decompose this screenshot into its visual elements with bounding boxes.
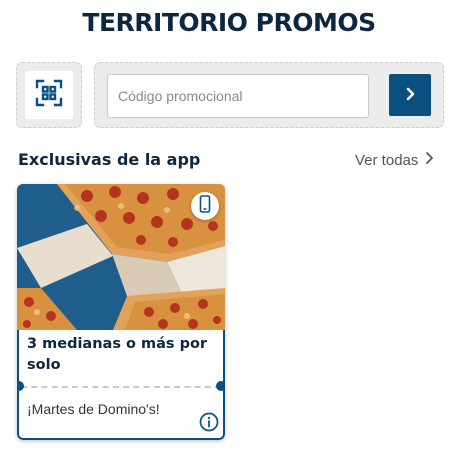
scan-box [16,62,82,128]
promo-code-row [16,62,444,128]
submit-box [380,62,444,128]
chevron-right-icon [424,151,434,169]
mobile-phone-icon [199,194,211,218]
apply-code-button[interactable] [389,74,431,116]
scan-button[interactable] [25,71,73,119]
card-divider [21,386,221,388]
section-title: Exclusivas de la app [18,150,201,169]
promo-card[interactable]: 3 medianas o más por solo ¡Martes de Dom… [17,184,225,440]
card-notch-left [17,381,24,391]
see-all-label: Ver todas [355,151,419,169]
see-all-link[interactable]: Ver todas [355,151,434,169]
promo-code-input[interactable] [107,74,369,118]
app-exclusive-badge [191,192,219,220]
promo-code-box [94,62,386,128]
info-icon[interactable] [199,412,219,432]
pizza-boxes-photo [17,184,225,330]
card-notch-right [216,381,225,391]
chevron-right-icon [403,87,417,104]
qr-scan-icon [34,78,64,113]
card-title: 3 medianas o más por solo [27,336,208,373]
card-subtitle: ¡Martes de Domino's! [27,401,160,417]
card-body: 3 medianas o más por solo ¡Martes de Dom… [17,330,225,440]
page-title: TERRITORIO PROMOS [82,8,376,37]
